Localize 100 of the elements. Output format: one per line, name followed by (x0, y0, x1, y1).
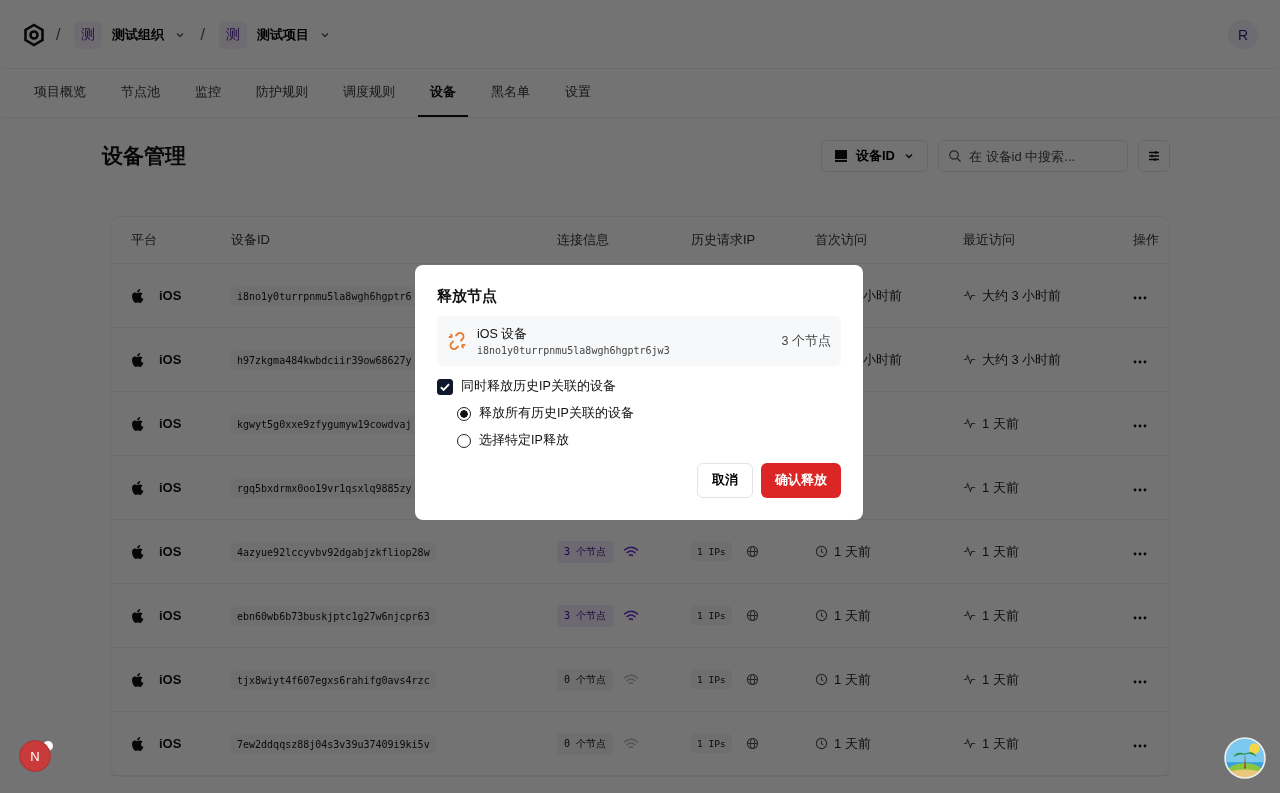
last-visit-time: 大约 3 小时前 (982, 286, 1062, 305)
node-count-badge: 0 个节点 (557, 732, 614, 755)
device-id: i8no1y0turrpnmu5la8wgh6hgptr6 (231, 287, 418, 306)
more-icon[interactable] (1133, 488, 1147, 492)
apple-icon (131, 479, 145, 496)
checkbox-label: 同时释放历史IP关联的设备 (461, 378, 616, 395)
device-id: i8no1y0turrpnmu5la8wgh6hgptr6jw3 (477, 345, 671, 356)
apple-icon (131, 351, 145, 368)
logo-icon (22, 23, 46, 47)
apple-icon (131, 543, 145, 560)
node-count: 3 个节点 (781, 332, 831, 350)
activity-icon (963, 417, 976, 430)
nav-tab[interactable]: 设备 (418, 69, 468, 117)
activity-icon (963, 673, 976, 686)
last-visit-time: 1 天前 (982, 670, 1019, 689)
device-id: kgwyt5g0xxe9zfygumyw19cowdvaj (231, 415, 418, 434)
nav-tab[interactable]: 监控 (183, 69, 233, 117)
platform-label: iOS (159, 352, 182, 367)
platform-label: iOS (159, 416, 182, 431)
wifi-icon (623, 609, 640, 622)
platform-label: iOS (159, 544, 182, 559)
more-icon[interactable] (1133, 616, 1147, 620)
column-header: 首次访问 (815, 231, 868, 249)
platform-label: iOS (159, 288, 182, 303)
last-visit-time: 1 天前 (982, 542, 1019, 561)
first-visit-time: 1 天前 (834, 542, 871, 561)
last-visit-time: 1 天前 (982, 606, 1019, 625)
search-field[interactable]: 在 设备id 中搜索... (938, 140, 1128, 172)
more-icon[interactable] (1133, 744, 1147, 748)
last-visit-time: 1 天前 (982, 478, 1019, 497)
more-icon[interactable] (1133, 680, 1147, 684)
nav-tab[interactable]: 防护规则 (244, 69, 320, 117)
clock-icon (815, 609, 828, 622)
org-switcher[interactable]: 测 测试组织 (70, 17, 191, 53)
device-id: ebn60wb6b73buskjptc1g27w6njcpr63 (231, 607, 436, 626)
ip-count-badge: 1 IPs (691, 734, 732, 753)
activity-icon (963, 609, 976, 622)
device-name: iOS 设备 (477, 326, 529, 343)
clock-icon (815, 737, 828, 750)
activity-icon (963, 545, 976, 558)
activity-icon (963, 481, 976, 494)
nav-tab[interactable]: 设置 (553, 69, 603, 117)
filter-settings-button[interactable] (1138, 140, 1170, 172)
checkbox[interactable] (437, 378, 453, 395)
column-header: 最近访问 (963, 231, 1016, 249)
more-icon[interactable] (1133, 552, 1147, 556)
device-id: 4azyue92lccyvbv92dgabjzkfliop28w (231, 543, 436, 562)
wifi-icon (623, 737, 640, 750)
first-visit-time: 1 天前 (834, 606, 871, 625)
device-id: rgq5bxdrmx0oo19vr1qsxlq9885zy (231, 479, 418, 498)
first-visit-time: 小时前 (863, 350, 902, 369)
ip-count-badge: 1 IPs (691, 606, 732, 625)
breadcrumb-separator: / (200, 26, 205, 44)
platform-label: iOS (159, 672, 182, 687)
platform-label: iOS (159, 480, 182, 495)
node-count-badge: 0 个节点 (557, 668, 614, 691)
activity-icon (963, 353, 976, 366)
activity-icon (963, 289, 976, 302)
column-header: 设备ID (231, 231, 271, 249)
globe-icon (745, 545, 759, 558)
node-count-badge: 3 个节点 (557, 604, 614, 627)
column-header: 连接信息 (557, 231, 610, 249)
nav-tab[interactable]: 调度规则 (331, 69, 407, 117)
apple-icon (131, 287, 145, 304)
clock-icon (815, 545, 828, 558)
activity-icon (963, 737, 976, 750)
column-header: 操作 (1132, 231, 1160, 249)
column-header: 平台 (130, 231, 158, 249)
first-visit-time: 1 天前 (834, 734, 871, 753)
radio-button[interactable] (457, 406, 471, 421)
ip-count-badge: 1 IPs (691, 670, 732, 689)
nav-tab[interactable]: 黑名单 (479, 69, 542, 117)
platform-label: iOS (159, 608, 182, 623)
nav-tab[interactable]: 节点池 (109, 69, 172, 117)
clock-icon (815, 673, 828, 686)
confirm-button[interactable]: 确认释放 (761, 463, 841, 498)
page-title: 设备管理 (102, 143, 187, 169)
more-icon[interactable] (1133, 424, 1147, 428)
device-id: 7ew2ddqqsz88j04s3v39u37409i9ki5v (231, 735, 436, 754)
breadcrumb-separator: / (56, 26, 61, 44)
apple-icon (131, 607, 145, 624)
globe-icon (745, 737, 759, 750)
cancel-button[interactable]: 取消 (697, 463, 753, 498)
device-id: h97zkgma484kwbdciir39ow68627y (231, 351, 418, 370)
project-switcher[interactable]: 测 测试项目 (214, 17, 335, 53)
node-count-badge: 3 个节点 (557, 540, 614, 563)
column-header: 历史请求IP (691, 231, 757, 249)
more-icon[interactable] (1133, 360, 1147, 364)
apple-icon (131, 671, 145, 688)
user-avatar[interactable]: R (1228, 20, 1258, 50)
device-id: tjx8wiyt4f607egxs6rahifg0avs4rzc (231, 671, 436, 690)
nav-tab[interactable]: 项目概览 (22, 69, 98, 117)
wifi-icon (623, 673, 640, 686)
filter-select[interactable]: 设备ID (821, 140, 928, 172)
apple-icon (131, 415, 145, 432)
wifi-icon (623, 545, 640, 558)
more-icon[interactable] (1133, 296, 1147, 300)
globe-icon (745, 673, 759, 686)
first-visit-time: 1 天前 (834, 670, 871, 689)
first-visit-time: 小时前 (863, 286, 902, 305)
